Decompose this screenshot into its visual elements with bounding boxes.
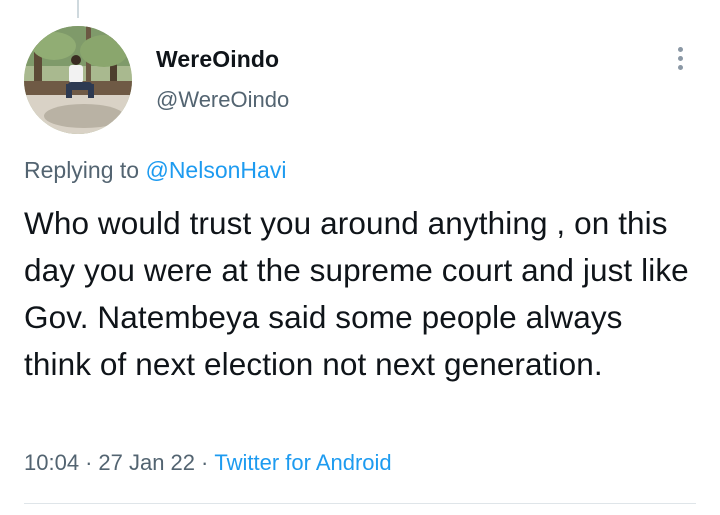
author-handle[interactable]: @WereOindo	[156, 87, 289, 113]
replying-to-label: Replying to	[24, 157, 140, 183]
tweet-detail: WereOindo @WereOindo Replying to @Nelson…	[0, 0, 720, 515]
divider	[24, 503, 696, 504]
tweet-text: Who would trust you around anything , on…	[24, 205, 689, 382]
more-options-icon-dot	[677, 64, 683, 70]
tweet-time[interactable]: 10:04	[24, 450, 79, 475]
thread-connector-line	[77, 0, 79, 18]
meta-separator: ·	[85, 450, 93, 475]
more-options-icon	[677, 46, 683, 52]
profile-photo-icon	[24, 26, 132, 134]
replying-to: Replying to @NelsonHavi	[24, 157, 286, 184]
tweet-date[interactable]: 27 Jan 22	[98, 450, 195, 475]
tweet-source-link[interactable]: Twitter for Android	[214, 450, 391, 475]
meta-separator: ·	[201, 450, 209, 475]
more-options-icon-dot	[677, 55, 683, 61]
tweet-meta: 10:04 · 27 Jan 22 · Twitter for Android	[24, 450, 392, 476]
reply-mention-link[interactable]: @NelsonHavi	[145, 157, 286, 183]
avatar[interactable]	[24, 26, 132, 134]
more-options-button[interactable]	[664, 40, 696, 76]
author-display-name[interactable]: WereOindo	[156, 46, 279, 73]
